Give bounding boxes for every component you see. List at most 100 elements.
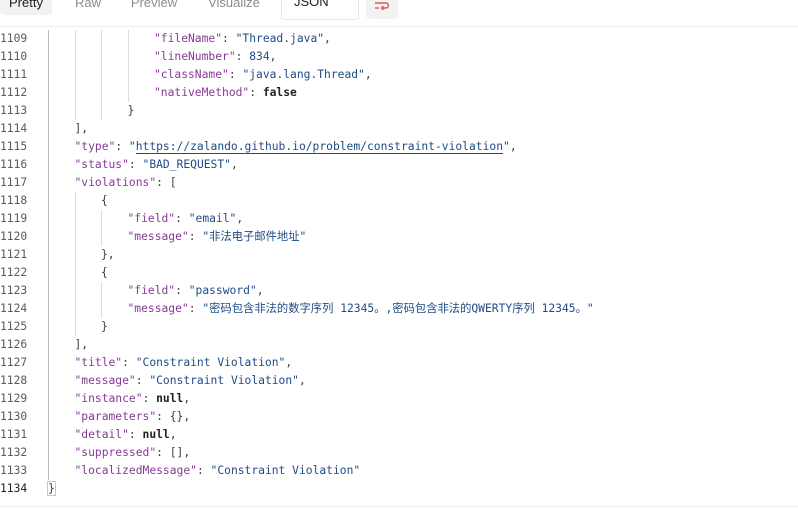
code-text: "message": "非法电子邮件地址": [128, 228, 307, 246]
indent-guide: [74, 318, 76, 336]
code-line: 1111 "className": "java.lang.Thread",: [0, 66, 798, 84]
response-body-editor[interactable]: 1109 "fileName": "Thread.java", 1110 "lineN…: [0, 30, 798, 498]
json-punctuation: :: [222, 32, 236, 45]
line-number: 1114: [0, 122, 28, 135]
line-number: 1129: [0, 392, 28, 405]
line-number: 1119: [0, 212, 28, 225]
line-number: 1113: [0, 104, 28, 117]
indent-guide: [74, 66, 76, 84]
code-text: "instance": null,: [75, 390, 191, 408]
indent-guide: [48, 30, 49, 48]
code-line: 1117 "violations": [: [0, 174, 798, 192]
json-punctuation: },: [101, 248, 115, 261]
tab-raw[interactable]: Raw: [64, 0, 112, 15]
line-number: 1131: [0, 428, 28, 441]
chevron-down-icon: [337, 0, 349, 3]
json-punctuation: ],: [74, 338, 89, 351]
code-line: 1118 {: [0, 192, 798, 210]
line-number: 1109: [0, 32, 28, 45]
json-key: "fileName": [154, 32, 223, 45]
json-string: ": [503, 140, 510, 153]
json-string: "Constraint Violation": [149, 374, 299, 387]
json-key: "lineNumber": [154, 50, 236, 63]
divider: [0, 506, 798, 507]
response-toolbar: Pretty Raw Preview Visualize JSON: [0, 0, 798, 27]
indent-guide: [101, 30, 102, 48]
line-number: 1130: [0, 410, 28, 423]
code-line: 1114],: [0, 120, 798, 138]
line-number: 1126: [0, 338, 28, 351]
line-number: 1128: [0, 374, 28, 387]
json-key: "title": [74, 356, 123, 369]
code-text: "message": "密码包含非法的数字序列 12345。,密码包含非法的QW…: [128, 300, 594, 318]
line-number: 1133: [0, 464, 28, 477]
json-string: "password": [188, 284, 257, 297]
indent-guide: [48, 390, 49, 408]
code-line: 1122 {: [0, 264, 798, 282]
json-punctuation: :: [188, 230, 203, 243]
json-key: "message": [127, 230, 189, 243]
json-punctuation: :: [196, 464, 211, 477]
code-text: ],: [75, 336, 89, 354]
json-punctuation: ,: [183, 392, 191, 405]
json-punctuation: :: [122, 356, 136, 369]
indent-guide: [127, 66, 129, 84]
tab-visualize[interactable]: Visualize: [198, 0, 270, 15]
indent-guide: [48, 444, 49, 462]
code-text: "className": "java.lang.Thread",: [154, 66, 372, 84]
code-text: "status": "BAD_REQUEST",: [75, 156, 238, 174]
json-punctuation: :: [175, 212, 189, 225]
code-line: 1123 "field": "password",: [0, 282, 798, 300]
json-key: "nativeMethod": [154, 86, 250, 99]
json-punctuation: ,: [230, 158, 238, 171]
json-punctuation: :: [128, 428, 143, 441]
indent-guide: [127, 84, 129, 102]
code-text: {: [101, 192, 108, 210]
json-punctuation: {: [101, 266, 108, 279]
indent-guide: [74, 84, 76, 102]
code-line: 1128 "message": "Constraint Violation",: [0, 372, 798, 390]
indent-guide: [48, 372, 49, 390]
code-line: 1109 "fileName": "Thread.java",: [0, 30, 798, 48]
indent-guide: [48, 210, 49, 228]
line-number: 1112: [0, 86, 28, 99]
json-punctuation: :: [249, 86, 263, 99]
json-string: "Thread.java": [235, 32, 325, 45]
line-number: 1110: [0, 50, 28, 63]
json-key: "className": [154, 68, 229, 81]
indent-guide: [74, 102, 76, 120]
json-punctuation: :: [135, 374, 150, 387]
json-string: "密码包含非法的数字序列 12345。,密码包含非法的QWERTY序列 1234…: [202, 302, 594, 315]
indent-guide: [48, 174, 49, 192]
tab-preview[interactable]: Preview: [122, 0, 186, 15]
json-literal: false: [262, 86, 297, 99]
json-string: "email": [188, 212, 237, 225]
json-punctuation: :: [142, 392, 157, 405]
json-punctuation: ],: [74, 122, 89, 135]
json-string: "Constraint Violation": [210, 464, 361, 477]
code-text: {: [101, 264, 108, 282]
indent-guide: [101, 84, 102, 102]
code-text: "field": "email",: [128, 210, 244, 228]
code-line: 1115 "type": "https://zalando.github.io/p…: [0, 138, 798, 156]
json-key: "status": [74, 158, 129, 171]
code-text: "nativeMethod": false: [154, 84, 297, 102]
code-line: 1127 "title": "Constraint Violation",: [0, 354, 798, 372]
code-line: 1133 "localizedMessage": "Constraint Viol…: [0, 462, 798, 480]
format-select[interactable]: JSON: [281, 0, 359, 20]
indent-guide: [48, 156, 49, 174]
json-punctuation: }: [47, 481, 56, 496]
wrap-lines-button[interactable]: [366, 0, 398, 19]
json-key: "field": [127, 284, 176, 297]
indent-guide: [101, 66, 102, 84]
code-line: 1130 "parameters": {},: [0, 408, 798, 426]
line-number: 1118: [0, 194, 28, 207]
tab-pretty[interactable]: Pretty: [0, 0, 52, 15]
indent-guide: [48, 102, 49, 120]
code-line: 1112 "nativeMethod": false: [0, 84, 798, 102]
json-url-link[interactable]: https://zalando.github.io/problem/constr…: [135, 140, 503, 154]
indent-guide: [74, 282, 76, 300]
json-punctuation: :: [188, 302, 203, 315]
code-text: "violations": [: [75, 174, 177, 192]
code-text: "field": "password",: [128, 282, 264, 300]
